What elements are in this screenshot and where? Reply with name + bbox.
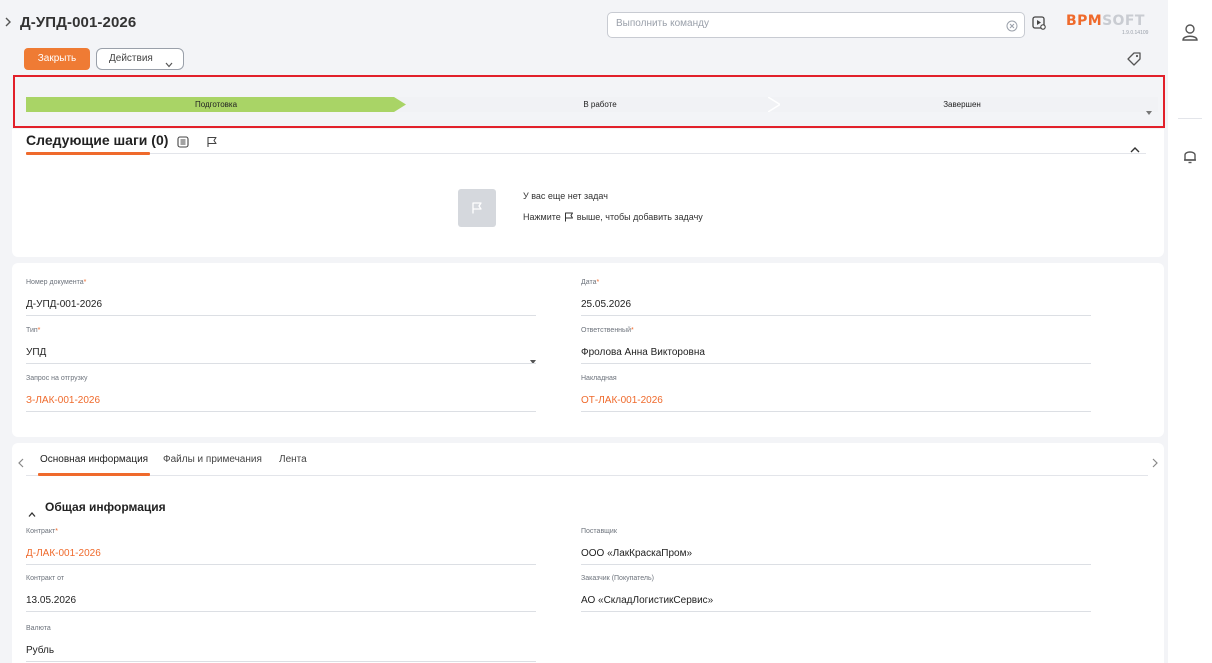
dropdown-arrow-icon[interactable] — [1146, 102, 1152, 115]
empty-tasks-hint: Нажмите выше, чтобы добавить задачу — [523, 212, 703, 222]
chevron-up-icon[interactable] — [1130, 140, 1140, 153]
active-underline — [26, 152, 150, 155]
actions-label: Действия — [109, 53, 153, 64]
tab-files-notes[interactable]: Файлы и примечания — [163, 454, 262, 465]
field-label: Контракт — [26, 528, 56, 535]
contract-date-value[interactable]: 13.05.2026 — [26, 595, 76, 606]
active-tab-underline — [38, 473, 150, 476]
divider — [26, 475, 1148, 476]
field-underline — [581, 411, 1091, 412]
page-title: Д-УПД-001-2026 — [20, 14, 137, 31]
field-underline — [26, 411, 536, 412]
field-underline — [581, 315, 1091, 316]
divider — [26, 153, 1146, 154]
chevron-up-icon[interactable] — [28, 504, 36, 517]
chevron-right-icon[interactable] — [1152, 455, 1158, 468]
document-fields-card: Номер документа* Д-УПД-001-2026 Дата* 25… — [12, 263, 1164, 437]
responsible-value[interactable]: Фролова Анна Викторовна — [581, 347, 705, 358]
responsible-field[interactable]: Ответственный* Фролова Анна Викторовна — [581, 327, 1091, 364]
shipping-request-link[interactable]: З-ЛАК-001-2026 — [26, 395, 100, 406]
command-box[interactable] — [607, 12, 1025, 38]
tabs-card: Основная информация Файлы и примечания Л… — [12, 443, 1164, 663]
field-label: Ответственный — [581, 327, 631, 334]
supplier-value[interactable]: ООО «ЛакКраскаПром» — [581, 548, 692, 559]
dropdown-arrow-icon[interactable] — [530, 351, 536, 364]
field-underline — [26, 363, 536, 364]
divider — [1178, 118, 1202, 119]
expand-sidebar-icon[interactable] — [4, 17, 12, 29]
stage-item-completed[interactable]: Завершен — [774, 97, 1150, 112]
stage-item-in-progress[interactable]: В работе — [410, 97, 790, 112]
header-bar: Д-УПД-001-2026 BPMSOFT 1.9.0.14109 — [0, 0, 1168, 44]
field-underline — [581, 363, 1091, 364]
section-title[interactable]: Общая информация — [45, 500, 166, 514]
field-label: Тип — [26, 327, 38, 334]
chevron-down-icon — [165, 56, 173, 68]
customer-field[interactable]: Заказчик (Покупатель) АО «СкладЛогистикС… — [581, 575, 1091, 612]
field-underline — [581, 611, 1091, 612]
field-label: Номер документа — [26, 279, 84, 286]
tab-feed[interactable]: Лента — [279, 454, 307, 465]
next-steps-card: Следующие шаги (0) У вас еще нет задач Н… — [12, 129, 1164, 257]
flag-icon — [472, 202, 482, 214]
document-number-field[interactable]: Номер документа* Д-УПД-001-2026 — [26, 279, 536, 316]
version-text: 1.9.0.14109 — [1122, 30, 1149, 36]
contract-date-field[interactable]: Контракт от 13.05.2026 — [26, 575, 536, 612]
flag-icon[interactable] — [206, 135, 218, 147]
type-select[interactable]: Тип* УПД — [26, 327, 536, 364]
field-label: Контракт от — [26, 575, 65, 582]
field-underline — [26, 564, 536, 565]
date-value[interactable]: 25.05.2026 — [581, 299, 631, 310]
type-value[interactable]: УПД — [26, 347, 46, 358]
currency-value[interactable]: Рубль — [26, 645, 54, 656]
field-label: Накладная — [581, 375, 617, 382]
field-underline — [26, 315, 536, 316]
field-label: Заказчик (Покупатель) — [581, 575, 654, 582]
notifications-bell-icon[interactable] — [1180, 146, 1200, 166]
field-label: Валюта — [26, 625, 51, 632]
right-panel — [1168, 0, 1212, 663]
invoice-link[interactable]: ОТ-ЛАК-001-2026 — [581, 395, 663, 406]
next-steps-title[interactable]: Следующие шаги (0) — [26, 132, 168, 148]
user-profile-icon[interactable] — [1180, 22, 1200, 42]
command-input[interactable] — [616, 18, 996, 29]
field-label: Дата — [581, 279, 597, 286]
contract-field[interactable]: Контракт* Д-ЛАК-001-2026 — [26, 528, 536, 565]
clear-icon[interactable] — [1006, 19, 1018, 32]
field-underline — [581, 564, 1091, 565]
date-field[interactable]: Дата* 25.05.2026 — [581, 279, 1091, 316]
contract-link[interactable]: Д-ЛАК-001-2026 — [26, 548, 101, 559]
flag-icon — [564, 212, 573, 222]
shipping-request-field[interactable]: Запрос на отгрузку З-ЛАК-001-2026 — [26, 375, 536, 412]
stage-item-preparation[interactable]: Подготовка — [26, 97, 406, 112]
empty-tasks-title: У вас еще нет задач — [523, 191, 608, 201]
field-underline — [26, 661, 536, 662]
field-label: Поставщик — [581, 528, 617, 535]
bpmsoft-logo[interactable]: BPMSOFT — [1066, 13, 1145, 29]
currency-field[interactable]: Валюта Рубль — [26, 625, 536, 662]
field-underline — [26, 611, 536, 612]
chevron-left-icon[interactable] — [18, 455, 24, 468]
stage-progress-bar: Подготовка В работе Завершен — [26, 97, 1158, 115]
invoice-field[interactable]: Накладная ОТ-ЛАК-001-2026 — [581, 375, 1091, 412]
tab-main-info[interactable]: Основная информация — [40, 454, 148, 465]
tag-icon[interactable] — [1126, 51, 1142, 67]
list-icon[interactable] — [177, 135, 189, 148]
run-process-icon[interactable] — [1032, 16, 1046, 30]
field-label: Запрос на отгрузку — [26, 375, 88, 382]
empty-tasks-image — [458, 189, 496, 227]
customer-value[interactable]: АО «СкладЛогистикСервис» — [581, 595, 713, 606]
supplier-field[interactable]: Поставщик ООО «ЛакКраскаПром» — [581, 528, 1091, 565]
actions-button[interactable]: Действия — [96, 48, 184, 70]
close-button[interactable]: Закрыть — [24, 48, 90, 70]
document-number-value[interactable]: Д-УПД-001-2026 — [26, 299, 102, 310]
